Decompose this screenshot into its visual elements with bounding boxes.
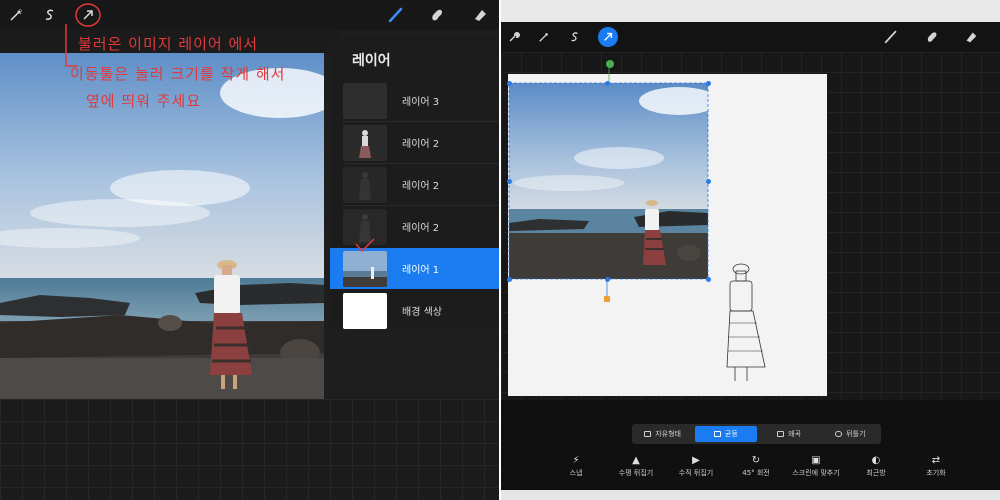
selection-s-icon[interactable]	[565, 27, 585, 47]
lightning-icon: ⚡	[572, 455, 580, 466]
smudge-icon[interactable]	[922, 27, 942, 47]
mode-label: 왜곡	[788, 430, 802, 438]
annotation-line-3: 옆에 띄워 주세요	[86, 92, 202, 110]
adjust-wand-icon[interactable]	[534, 27, 554, 47]
interpolation-icon: ◐	[871, 455, 881, 466]
transform-handle-bottom-left[interactable]	[507, 277, 512, 282]
layer-label: 레이어 2	[402, 223, 440, 234]
layer-label: 레이어 3	[402, 97, 440, 108]
wrench-icon[interactable]	[504, 27, 524, 47]
action-label: 최근방	[866, 469, 886, 477]
smudge-icon[interactable]	[427, 5, 447, 25]
layer-row-1-selected[interactable]: 레이어 1	[330, 238, 499, 289]
eraser-icon[interactable]	[470, 5, 490, 25]
layer-row-2a[interactable]: 레이어 2	[330, 122, 499, 163]
right-screenshot-panel: 자유형태 균등 왜곡 뒤틀기 ⚡ 스냅 ▲ 수평 뒤집기 ▶ 수직 뒤집기 ↻ …	[501, 0, 1000, 500]
layer-row-background[interactable]: 배경 색상	[330, 290, 499, 331]
rotate-handle[interactable]	[606, 60, 614, 68]
layer-label: 레이어 2	[402, 139, 440, 150]
selection-s-icon[interactable]	[40, 5, 60, 25]
mode-label: 균등	[724, 430, 738, 438]
mode-uniform[interactable]: 균등	[695, 426, 757, 442]
device-bottom-bezel	[501, 490, 1000, 500]
freeform-icon	[644, 431, 652, 437]
transform-handle-left[interactable]	[507, 179, 512, 184]
layers-panel-title: 레이어	[352, 53, 391, 69]
layer-label: 레이어 2	[402, 181, 440, 192]
layer-thumbnail	[343, 250, 387, 287]
adjust-wand-icon[interactable]	[6, 5, 26, 25]
brush-icon[interactable]	[881, 27, 901, 47]
mode-distort[interactable]: 왜곡	[759, 424, 820, 444]
action-label: 초기화	[926, 469, 946, 477]
annotation-checkmark	[355, 238, 375, 253]
uniform-icon	[713, 431, 721, 437]
transform-toolbar	[501, 400, 1000, 500]
left-screenshot-panel: 불러온 이미지 레이어 에서 이동툴은 눌러 크기를 작게 해서 옆에 띄워 주…	[0, 0, 499, 500]
transform-handle-top-left[interactable]	[507, 81, 512, 86]
panel-divider	[499, 0, 501, 500]
reset-button[interactable]: ⇄ 초기화	[901, 454, 971, 478]
device-top-bezel	[501, 0, 1000, 22]
transform-actions: ⚡ 스냅 ▲ 수평 뒤집기 ▶ 수직 뒤집기 ↻ 45° 회전 ▣ 스크린에 맞…	[551, 454, 981, 484]
action-label: 45° 회전	[742, 469, 770, 477]
mode-label: 뒤틀기	[846, 430, 866, 438]
layers-panel: 레이어 레이어 3 레이어 2 레이어 2 레이어 2 레이어 1 배경 색상	[330, 36, 499, 329]
transform-mode-selector: 자유형태 균등 왜곡 뒤틀기	[632, 424, 881, 444]
pivot-point[interactable]	[604, 296, 610, 302]
action-label: 스크린에 맞추기	[792, 469, 840, 477]
annotation-pointer-line	[65, 24, 78, 67]
transform-handle-right[interactable]	[706, 179, 711, 184]
annotation-line-2: 이동툴은 눌러 크기를 작게 해서	[70, 65, 286, 83]
layer-label: 배경 색상	[402, 307, 442, 318]
eraser-icon[interactable]	[961, 27, 981, 47]
mode-warp[interactable]: 뒤틀기	[820, 424, 881, 444]
flip-horizontal-icon: ▲	[632, 455, 640, 466]
action-label: 수평 뒤집기	[618, 469, 654, 477]
layer-thumbnail	[343, 124, 387, 161]
fit-screen-icon: ▣	[811, 455, 821, 466]
brush-icon[interactable]	[386, 5, 406, 25]
canvas-grid-background	[0, 399, 499, 500]
layer-label: 레이어 1	[402, 265, 440, 276]
warp-icon	[835, 431, 843, 437]
layer-thumbnail	[343, 82, 387, 119]
flip-vertical-icon: ▶	[692, 455, 700, 466]
top-toolbar	[501, 22, 1000, 52]
transform-bounding-box[interactable]	[501, 55, 831, 305]
rotate-icon: ↻	[751, 455, 761, 466]
reset-icon: ⇄	[931, 455, 941, 466]
mode-freeform[interactable]: 자유형태	[632, 424, 693, 444]
distort-icon	[777, 431, 785, 437]
mode-label: 자유형태	[655, 430, 681, 438]
annotation-line-1: 불러온 이미지 레이어 에서	[78, 35, 259, 53]
transform-handle-bottom[interactable]	[605, 277, 610, 282]
layer-thumbnail	[343, 166, 387, 203]
transform-handle-bottom-right[interactable]	[706, 277, 711, 282]
layer-row-2b[interactable]: 레이어 2	[330, 164, 499, 205]
action-label: 스냅	[569, 469, 583, 477]
transform-arrow-icon[interactable]	[598, 27, 618, 47]
transform-handle-top[interactable]	[605, 81, 610, 86]
action-label: 수직 뒤집기	[678, 469, 714, 477]
layer-thumbnail	[343, 292, 387, 329]
transform-handle-top-right[interactable]	[706, 81, 711, 86]
layer-row-3[interactable]: 레이어 3	[330, 80, 499, 121]
